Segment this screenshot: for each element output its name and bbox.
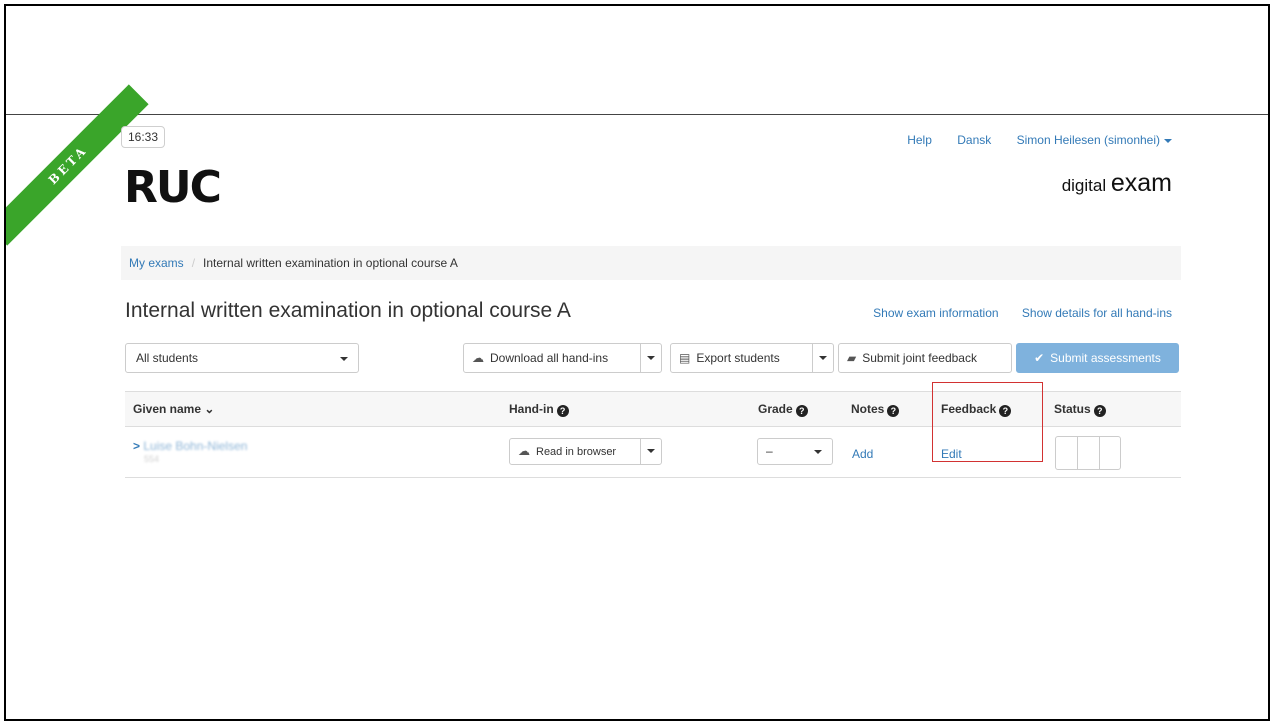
breadcrumb-current: Internal written examination in optional… — [203, 256, 458, 270]
user-menu[interactable]: Simon Heilesen (simonhei) — [1017, 133, 1172, 147]
column-given-name[interactable]: Given name ⌄ — [133, 392, 214, 426]
help-icon[interactable]: ? — [795, 405, 808, 417]
feedback-highlight-box — [932, 382, 1043, 462]
info-links: Show exam information Show details for a… — [853, 306, 1172, 320]
export-students-button[interactable]: ▤ Export students — [670, 343, 813, 373]
help-link[interactable]: Help — [907, 133, 932, 147]
read-in-browser-label: Read in browser — [536, 446, 617, 458]
column-grade-label: Grade — [758, 402, 793, 416]
user-name: Simon Heilesen (simonhei) — [1016, 133, 1160, 147]
student-filter-select[interactable]: All students — [125, 343, 359, 373]
submit-joint-feedback-label: Submit joint feedback — [862, 351, 977, 365]
help-icon[interactable]: ? — [887, 405, 900, 417]
comment-icon: ▰ — [847, 351, 857, 365]
chevron-down-icon — [647, 355, 655, 360]
export-students-label: Export students — [696, 351, 780, 365]
chevron-down-icon — [819, 355, 827, 360]
language-link[interactable]: Dansk — [957, 133, 991, 147]
status-divider — [1099, 437, 1100, 469]
chevron-down-icon — [647, 448, 655, 453]
column-given-name-label: Given name — [133, 402, 202, 416]
download-all-button[interactable]: ☁ Download all hand-ins — [463, 343, 641, 373]
export-students-dropdown[interactable] — [812, 343, 834, 373]
help-icon[interactable]: ? — [556, 405, 569, 417]
clock: 16:33 — [121, 126, 166, 148]
product-name: digital exam — [1062, 169, 1172, 198]
student-name-link[interactable]: > Luise Bohn-Nielsen — [133, 439, 247, 453]
top-divider — [6, 114, 1268, 115]
help-icon[interactable]: ? — [1093, 405, 1106, 417]
chevron-down-icon — [814, 450, 822, 454]
top-nav: Help Dansk Simon Heilesen (simonhei) — [885, 133, 1172, 147]
ruc-logo[interactable]: RUC — [124, 166, 222, 210]
product-prefix: digital — [1061, 176, 1107, 195]
chevron-right-icon: > — [133, 439, 141, 453]
column-notes: Notes? — [851, 392, 900, 426]
submit-assessments-label: Submit assessments — [1050, 351, 1161, 365]
column-status: Status? — [1054, 392, 1106, 426]
list-icon: ▤ — [679, 351, 691, 365]
download-all-dropdown[interactable] — [640, 343, 662, 373]
student-filter-value: All students — [136, 351, 199, 365]
grade-value: – — [766, 444, 773, 458]
cloud-download-icon: ☁ — [472, 351, 484, 365]
submit-assessments-button[interactable]: ✔ Submit assessments — [1016, 343, 1179, 373]
show-exam-info-link[interactable]: Show exam information — [873, 306, 998, 320]
breadcrumb: My exams / Internal written examination in… — [121, 246, 1181, 280]
chevron-down-icon: ⌄ — [204, 402, 215, 416]
chevron-down-icon — [340, 357, 348, 361]
student-id: 554 — [144, 454, 160, 464]
download-all-label: Download all hand-ins — [490, 351, 609, 365]
column-handin: Hand-in? — [509, 392, 569, 426]
notes-add-link[interactable]: Add — [852, 447, 873, 461]
breadcrumb-my-exams[interactable]: My exams — [129, 256, 184, 270]
cloud-icon: ☁ — [518, 444, 530, 458]
student-name: Luise Bohn-Nielsen — [143, 439, 248, 453]
column-notes-label: Notes — [851, 402, 885, 416]
product-main: exam — [1110, 169, 1172, 197]
status-indicator[interactable] — [1055, 436, 1121, 470]
chevron-down-icon — [1164, 138, 1172, 143]
status-divider — [1077, 437, 1078, 469]
submit-joint-feedback-button[interactable]: ▰ Submit joint feedback — [838, 343, 1012, 373]
check-icon: ✔ — [1034, 351, 1045, 365]
read-in-browser-button[interactable]: ☁ Read in browser — [509, 438, 641, 465]
handin-dropdown[interactable] — [640, 438, 662, 465]
screenshot-frame: BETA 16:33 RUC Help Dansk Simon Heilesen… — [4, 4, 1270, 721]
page-title: Internal written examination in optional… — [125, 299, 571, 322]
column-grade: Grade? — [758, 392, 808, 426]
show-all-details-link[interactable]: Show details for all hand-ins — [1022, 306, 1172, 320]
grade-select[interactable]: – — [757, 438, 833, 465]
breadcrumb-separator: / — [191, 256, 196, 270]
column-handin-label: Hand-in — [509, 402, 554, 416]
column-status-label: Status — [1054, 402, 1091, 416]
